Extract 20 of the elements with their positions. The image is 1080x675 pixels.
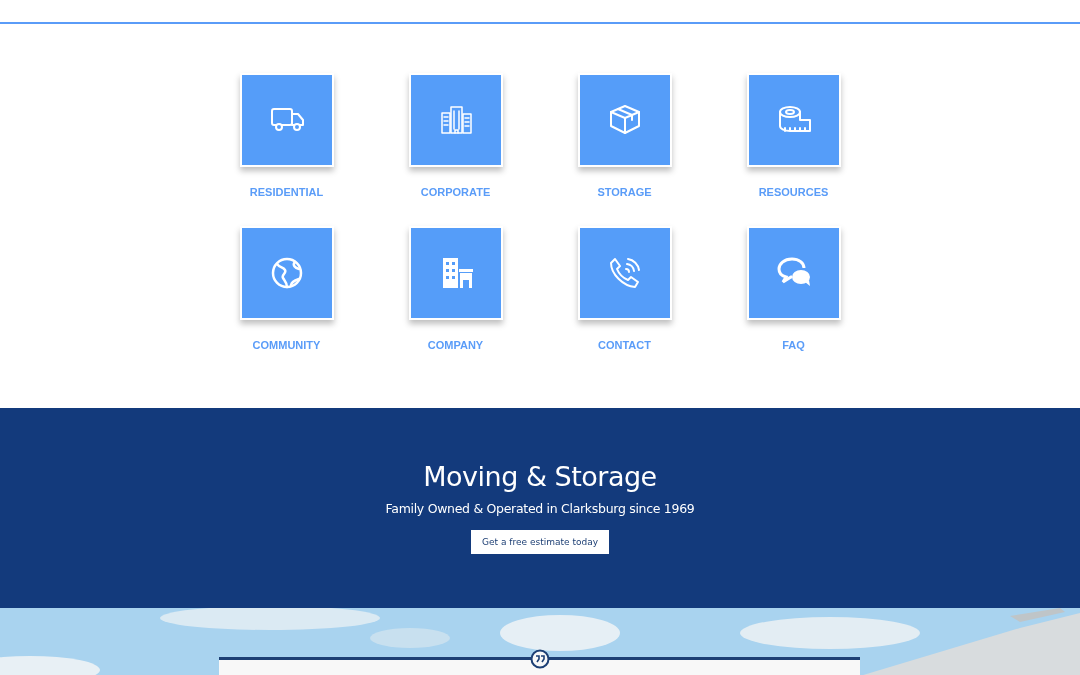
quote-icon	[530, 649, 550, 669]
hero-subtitle: Family Owned & Operated in Clarksburg since 1969	[385, 501, 695, 516]
service-link[interactable]: RESIDENTIAL	[249, 186, 324, 198]
service-link[interactable]: CORPORATE	[420, 186, 491, 198]
service-tile[interactable]	[577, 226, 672, 320]
service-link[interactable]: CONTACT	[598, 339, 651, 351]
service-tile[interactable]	[577, 73, 672, 167]
service-link[interactable]: RESOURCES	[758, 186, 829, 198]
service-tile[interactable]	[239, 73, 334, 167]
hero-title: Moving & Storage	[423, 461, 657, 492]
service-tile[interactable]	[746, 226, 841, 320]
service-tile[interactable]	[408, 226, 503, 320]
service-link[interactable]: STORAGE	[597, 186, 652, 198]
service-tile[interactable]	[746, 73, 841, 167]
service-link[interactable]: COMPANY	[427, 339, 484, 351]
estimate-button[interactable]: Get a free estimate today	[471, 530, 609, 554]
service-tile[interactable]	[408, 73, 503, 167]
service-link[interactable]: COMMUNITY	[252, 339, 321, 351]
service-link[interactable]: FAQ	[782, 339, 805, 351]
service-tile[interactable]	[239, 226, 334, 320]
